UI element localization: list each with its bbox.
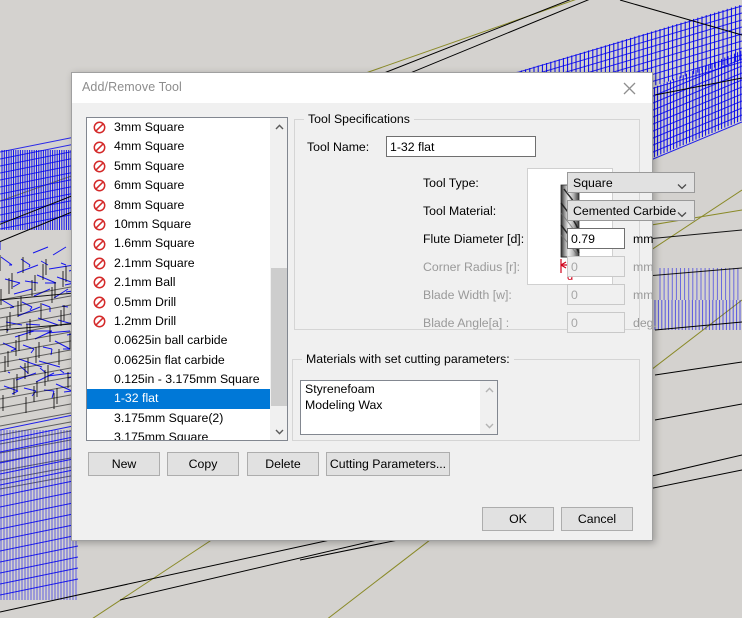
dialog-titlebar[interactable]: Add/Remove Tool [72,73,652,103]
ok-button[interactable]: OK [482,507,554,531]
tool-specifications-title: Tool Specifications [304,112,414,126]
tool-list-item[interactable]: 0.0625in ball carbide [87,331,271,350]
tool-list-item-label: 3.175mm Square [114,430,209,440]
copy-button[interactable]: Copy [167,452,239,476]
tool-list-item[interactable]: 2.1mm Ball [87,273,271,292]
close-icon[interactable] [607,73,652,103]
cancel-button[interactable]: Cancel [561,507,633,531]
corner-radius-label: Corner Radius [r]: [423,260,521,274]
prohibited-icon [93,276,112,289]
tool-list-item-label: 3.175mm Square(2) [114,410,224,425]
chevron-down-icon [677,207,687,221]
prohibited-icon [93,141,112,154]
tool-list-item[interactable]: 8mm Square [87,196,271,215]
tool-list-item[interactable]: 6mm Square [87,176,271,195]
tool-list-item-label: 5mm Square [114,158,185,173]
tool-type-select[interactable]: Square [567,172,695,193]
tool-material-select[interactable]: Cemented Carbide [567,200,695,221]
tool-list-item[interactable]: 3.175mm Square(2) [87,409,271,428]
tool-list-item-label: 8mm Square [114,197,185,212]
materials-group-title: Materials with set cutting parameters: [302,352,514,366]
blade-angle-label: Blade Angle[a] : [423,316,510,330]
tool-list-item[interactable]: 1.2mm Drill [87,312,271,331]
scroll-down-icon[interactable] [481,417,497,434]
materials-scrollbar[interactable] [480,381,497,434]
tool-list-item-label: 6mm Square [114,178,185,193]
blade-width-input [567,284,625,305]
tool-list-item[interactable]: 0.125in - 3.175mm Square [87,370,271,389]
tool-material-label: Tool Material: [423,204,497,218]
tool-name-label: Tool Name: [307,140,370,154]
tool-list-item-label: 3mm Square [114,120,185,134]
prohibited-icon [93,121,112,134]
tool-list-scrollbar[interactable] [270,118,287,440]
tool-specifications-group: Tool Specifications Tool Name: 1-32 flat… [294,112,695,333]
blade-angle-input [567,312,625,333]
tool-list-item[interactable]: 10mm Square [87,215,271,234]
tool-list-item-label: 0.0625in ball carbide [114,333,228,348]
tool-type-label: Tool Type: [423,176,479,190]
dialog-title: Add/Remove Tool [82,80,182,94]
tool-list-item-label: 2.1mm Ball [114,275,176,290]
corner-radius-unit: mm [633,260,654,274]
tool-list-item-label: 1.2mm Drill [114,313,177,328]
prohibited-icon [93,315,112,328]
scroll-up-icon[interactable] [481,381,497,398]
tool-list-item-label: 1.6mm Square [114,236,195,251]
prohibited-icon [93,199,112,212]
delete-button[interactable]: Delete [247,452,319,476]
prohibited-icon [93,160,112,173]
prohibited-icon [93,179,112,192]
tool-list-item[interactable]: 1-32 flat [87,389,271,409]
tool-list[interactable]: 3mm Square 4mm Square 5mm Square 6mm Square… [86,117,288,441]
prohibited-icon [93,218,112,231]
materials-list[interactable]: Styrenefoam Modeling Wax [300,380,498,435]
blade-width-unit: mm [633,288,654,302]
flute-diameter-input[interactable] [567,228,625,249]
tool-list-item[interactable]: 0.0625in flat carbide [87,351,271,370]
tool-list-item-label: 0.5mm Drill [114,294,177,309]
prohibited-icon [93,296,112,309]
tool-list-item[interactable]: 0.5mm Drill [87,293,271,312]
tool-list-item[interactable]: 3mm Square [87,118,271,137]
tool-list-item[interactable]: 1.6mm Square [87,234,271,253]
tool-list-item[interactable]: 2.1mm Square [87,254,271,273]
corner-radius-input [567,256,625,277]
chevron-down-icon [677,179,687,193]
materials-list-items[interactable]: Styrenefoam Modeling Wax [301,381,481,434]
scroll-up-icon[interactable] [271,118,287,135]
cutting-parameters-button[interactable]: Cutting Parameters... [326,452,450,476]
tool-list-item-label: 0.125in - 3.175mm Square [114,372,260,387]
tool-list-item-label: 10mm Square [114,216,192,231]
dialog-body: 3mm Square 4mm Square 5mm Square 6mm Square… [72,103,695,540]
tool-list-item[interactable]: 5mm Square [87,157,271,176]
flute-diameter-unit: mm [633,232,654,246]
tool-list-item-label: 1-32 flat [114,391,159,406]
tool-name-input[interactable] [386,136,536,157]
blade-width-label: Blade Width [w]: [423,288,512,302]
tool-list-item[interactable]: 3.175mm Square [87,428,271,440]
tool-list-item-label: 0.0625in flat carbide [114,352,225,367]
tool-list-item-label: 2.1mm Square [114,255,195,270]
materials-list-item[interactable]: Modeling Wax [301,397,481,413]
prohibited-icon [93,257,112,270]
materials-list-item[interactable]: Styrenefoam [301,381,481,397]
tool-list-item-label: 4mm Square [114,139,185,154]
tool-list-items[interactable]: 3mm Square 4mm Square 5mm Square 6mm Square… [87,118,271,440]
add-remove-tool-dialog: Add/Remove Tool 3mm Square 4mm Square 5mm … [71,72,695,541]
new-button[interactable]: New [88,452,160,476]
prohibited-icon [93,238,112,251]
flute-diameter-label: Flute Diameter [d]: [423,232,525,246]
scrollbar-thumb[interactable] [271,268,287,406]
tool-list-item[interactable]: 4mm Square [87,137,271,156]
blade-angle-unit: deg. [633,316,657,330]
materials-group: Materials with set cutting parameters: S… [292,352,640,441]
tool-material-value: Cemented Carbide [573,204,677,218]
scroll-down-icon[interactable] [271,423,287,440]
tool-type-value: Square [573,176,613,190]
